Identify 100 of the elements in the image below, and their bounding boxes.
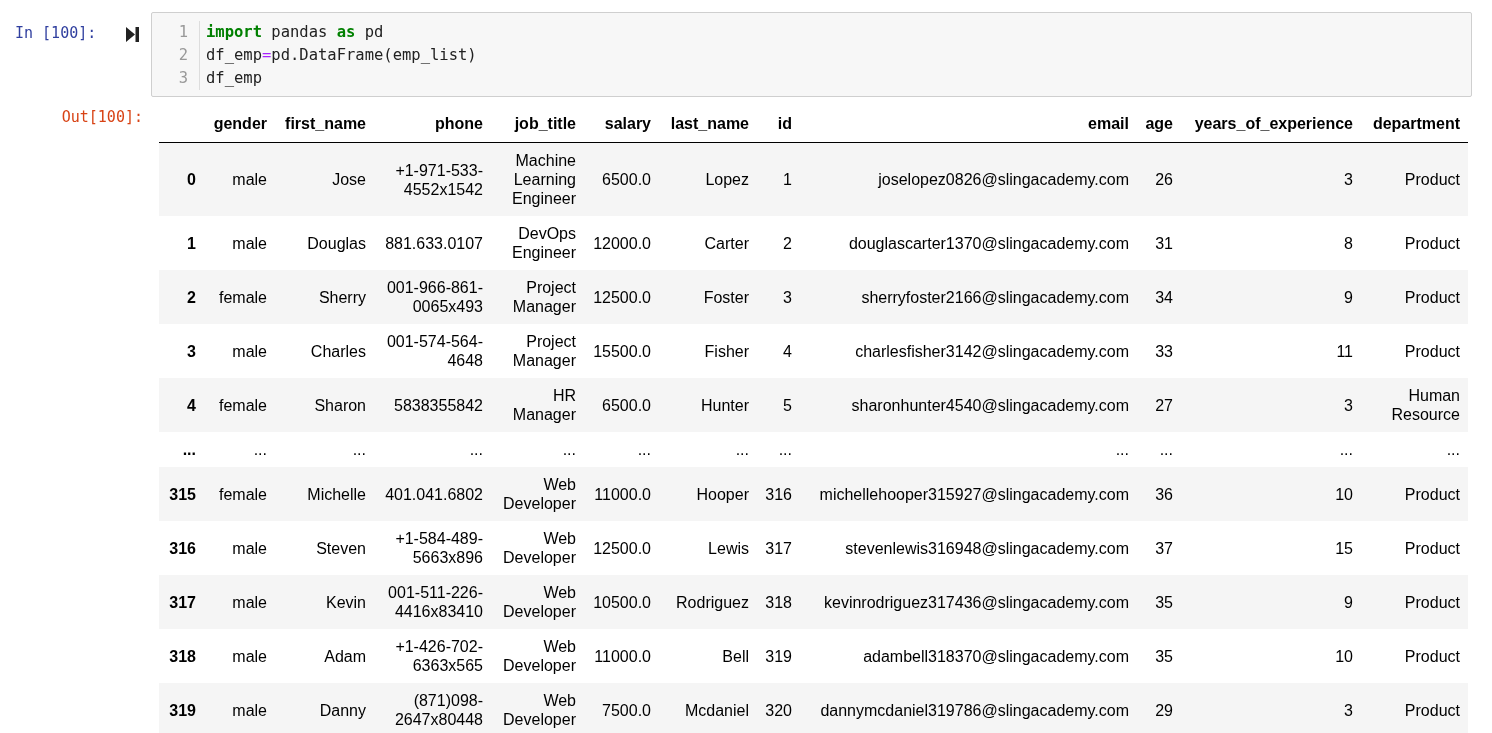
table-cell: 15 (1181, 521, 1361, 575)
line-number: 3 (177, 68, 189, 89)
run-icon[interactable] (126, 27, 139, 42)
table-cell: 12000.0 (584, 216, 659, 270)
table-cell: Web Developer (491, 683, 584, 733)
table-cell: charlesfisher3142@slingacademy.com (800, 324, 1137, 378)
row-index: 317 (159, 575, 204, 629)
table-cell: male (204, 683, 275, 733)
table-cell: male (204, 521, 275, 575)
table-cell: Machine Learning Engineer (491, 142, 584, 216)
table-cell: Web Developer (491, 575, 584, 629)
table-cell: ... (1361, 432, 1468, 467)
table-cell: Web Developer (491, 521, 584, 575)
row-index: 0 (159, 142, 204, 216)
table-cell: 3 (1181, 142, 1361, 216)
table-cell: 29 (1137, 683, 1181, 733)
table-cell: sharonhunter4540@slingacademy.com (800, 378, 1137, 432)
column-header: salary (584, 105, 659, 143)
table-cell: Michelle (275, 467, 374, 521)
table-cell: stevenlewis316948@slingacademy.com (800, 521, 1137, 575)
table-cell: 27 (1137, 378, 1181, 432)
table-cell: ... (1181, 432, 1361, 467)
table-cell: Kevin (275, 575, 374, 629)
table-cell: ... (584, 432, 659, 467)
table-cell: 9 (1181, 575, 1361, 629)
table-cell: 11000.0 (584, 629, 659, 683)
table-cell: 37 (1137, 521, 1181, 575)
code-line: df_emp (206, 68, 263, 89)
table-cell: 12500.0 (584, 521, 659, 575)
table-cell: dannymcdaniel319786@slingacademy.com (800, 683, 1137, 733)
table-cell: Product (1361, 629, 1468, 683)
table-cell: Sharon (275, 378, 374, 432)
table-cell: douglascarter1370@slingacademy.com (800, 216, 1137, 270)
column-header: email (800, 105, 1137, 143)
table-cell: 3 (1181, 683, 1361, 733)
table-cell: Web Developer (491, 629, 584, 683)
line-number: 2 (177, 45, 189, 66)
output-prompt: Out[100]: (61, 108, 143, 126)
table-cell: sherryfoster2166@slingacademy.com (800, 270, 1137, 324)
table-cell: 5838355842 (374, 378, 491, 432)
table-cell: Lewis (659, 521, 757, 575)
row-index: 1 (159, 216, 204, 270)
table-cell: Product (1361, 467, 1468, 521)
table-cell: ... (800, 432, 1137, 467)
table-cell: Product (1361, 575, 1468, 629)
table-cell: 318 (757, 575, 800, 629)
table-cell: Steven (275, 521, 374, 575)
table-cell: kevinrodriguez317436@slingacademy.com (800, 575, 1137, 629)
table-cell: Hooper (659, 467, 757, 521)
table-cell: ... (1137, 432, 1181, 467)
table-cell: 26 (1137, 142, 1181, 216)
table-cell: male (204, 629, 275, 683)
table-cell: Mcdaniel (659, 683, 757, 733)
row-index: 316 (159, 521, 204, 575)
table-cell: 10 (1181, 629, 1361, 683)
table-cell: +1-584-489-5663x896 (374, 521, 491, 575)
table-cell: Charles (275, 324, 374, 378)
table-cell: Human Resource (1361, 378, 1468, 432)
column-header: department (1361, 105, 1468, 143)
table-cell: 317 (757, 521, 800, 575)
table-cell: Product (1361, 270, 1468, 324)
table-cell: ... (659, 432, 757, 467)
table-cell: 15500.0 (584, 324, 659, 378)
table-cell: Lopez (659, 142, 757, 216)
table-cell: male (204, 575, 275, 629)
column-header: phone (374, 105, 491, 143)
table-cell: Project Manager (491, 324, 584, 378)
table-cell: (871)098-2647x80448 (374, 683, 491, 733)
table-cell: ... (491, 432, 584, 467)
table-cell: 36 (1137, 467, 1181, 521)
table-cell: Project Manager (491, 270, 584, 324)
table-cell: ... (374, 432, 491, 467)
table-cell: Fisher (659, 324, 757, 378)
row-index: ... (159, 432, 204, 467)
table-cell: 001-511-226-4416x83410 (374, 575, 491, 629)
table-cell: Hunter (659, 378, 757, 432)
table-cell: male (204, 324, 275, 378)
row-index: 3 (159, 324, 204, 378)
input-prompt: In [100]: (15, 24, 97, 42)
table-cell: 2 (757, 216, 800, 270)
row-index: 4 (159, 378, 204, 432)
table-cell: Product (1361, 142, 1468, 216)
column-header: job_title (491, 105, 584, 143)
table-cell: Product (1361, 683, 1468, 733)
row-index: 2 (159, 270, 204, 324)
table-cell: 10500.0 (584, 575, 659, 629)
table-cell: 6500.0 (584, 142, 659, 216)
code-editor[interactable]: 1 2 3 import pandas as pd df_emp=pd.DataFrame(emp_list) df_emp (151, 12, 1472, 97)
table-cell: 1 (757, 142, 800, 216)
table-cell: 001-574-564-4648 (374, 324, 491, 378)
column-header: last_name (659, 105, 757, 143)
table-cell: ... (204, 432, 275, 467)
table-cell: +1-426-702-6363x565 (374, 629, 491, 683)
table-cell: adambell318370@slingacademy.com (800, 629, 1137, 683)
table-cell: Adam (275, 629, 374, 683)
table-cell: HR Manager (491, 378, 584, 432)
table-cell: ... (757, 432, 800, 467)
table-cell: Foster (659, 270, 757, 324)
table-cell: Carter (659, 216, 757, 270)
table-cell: 9 (1181, 270, 1361, 324)
